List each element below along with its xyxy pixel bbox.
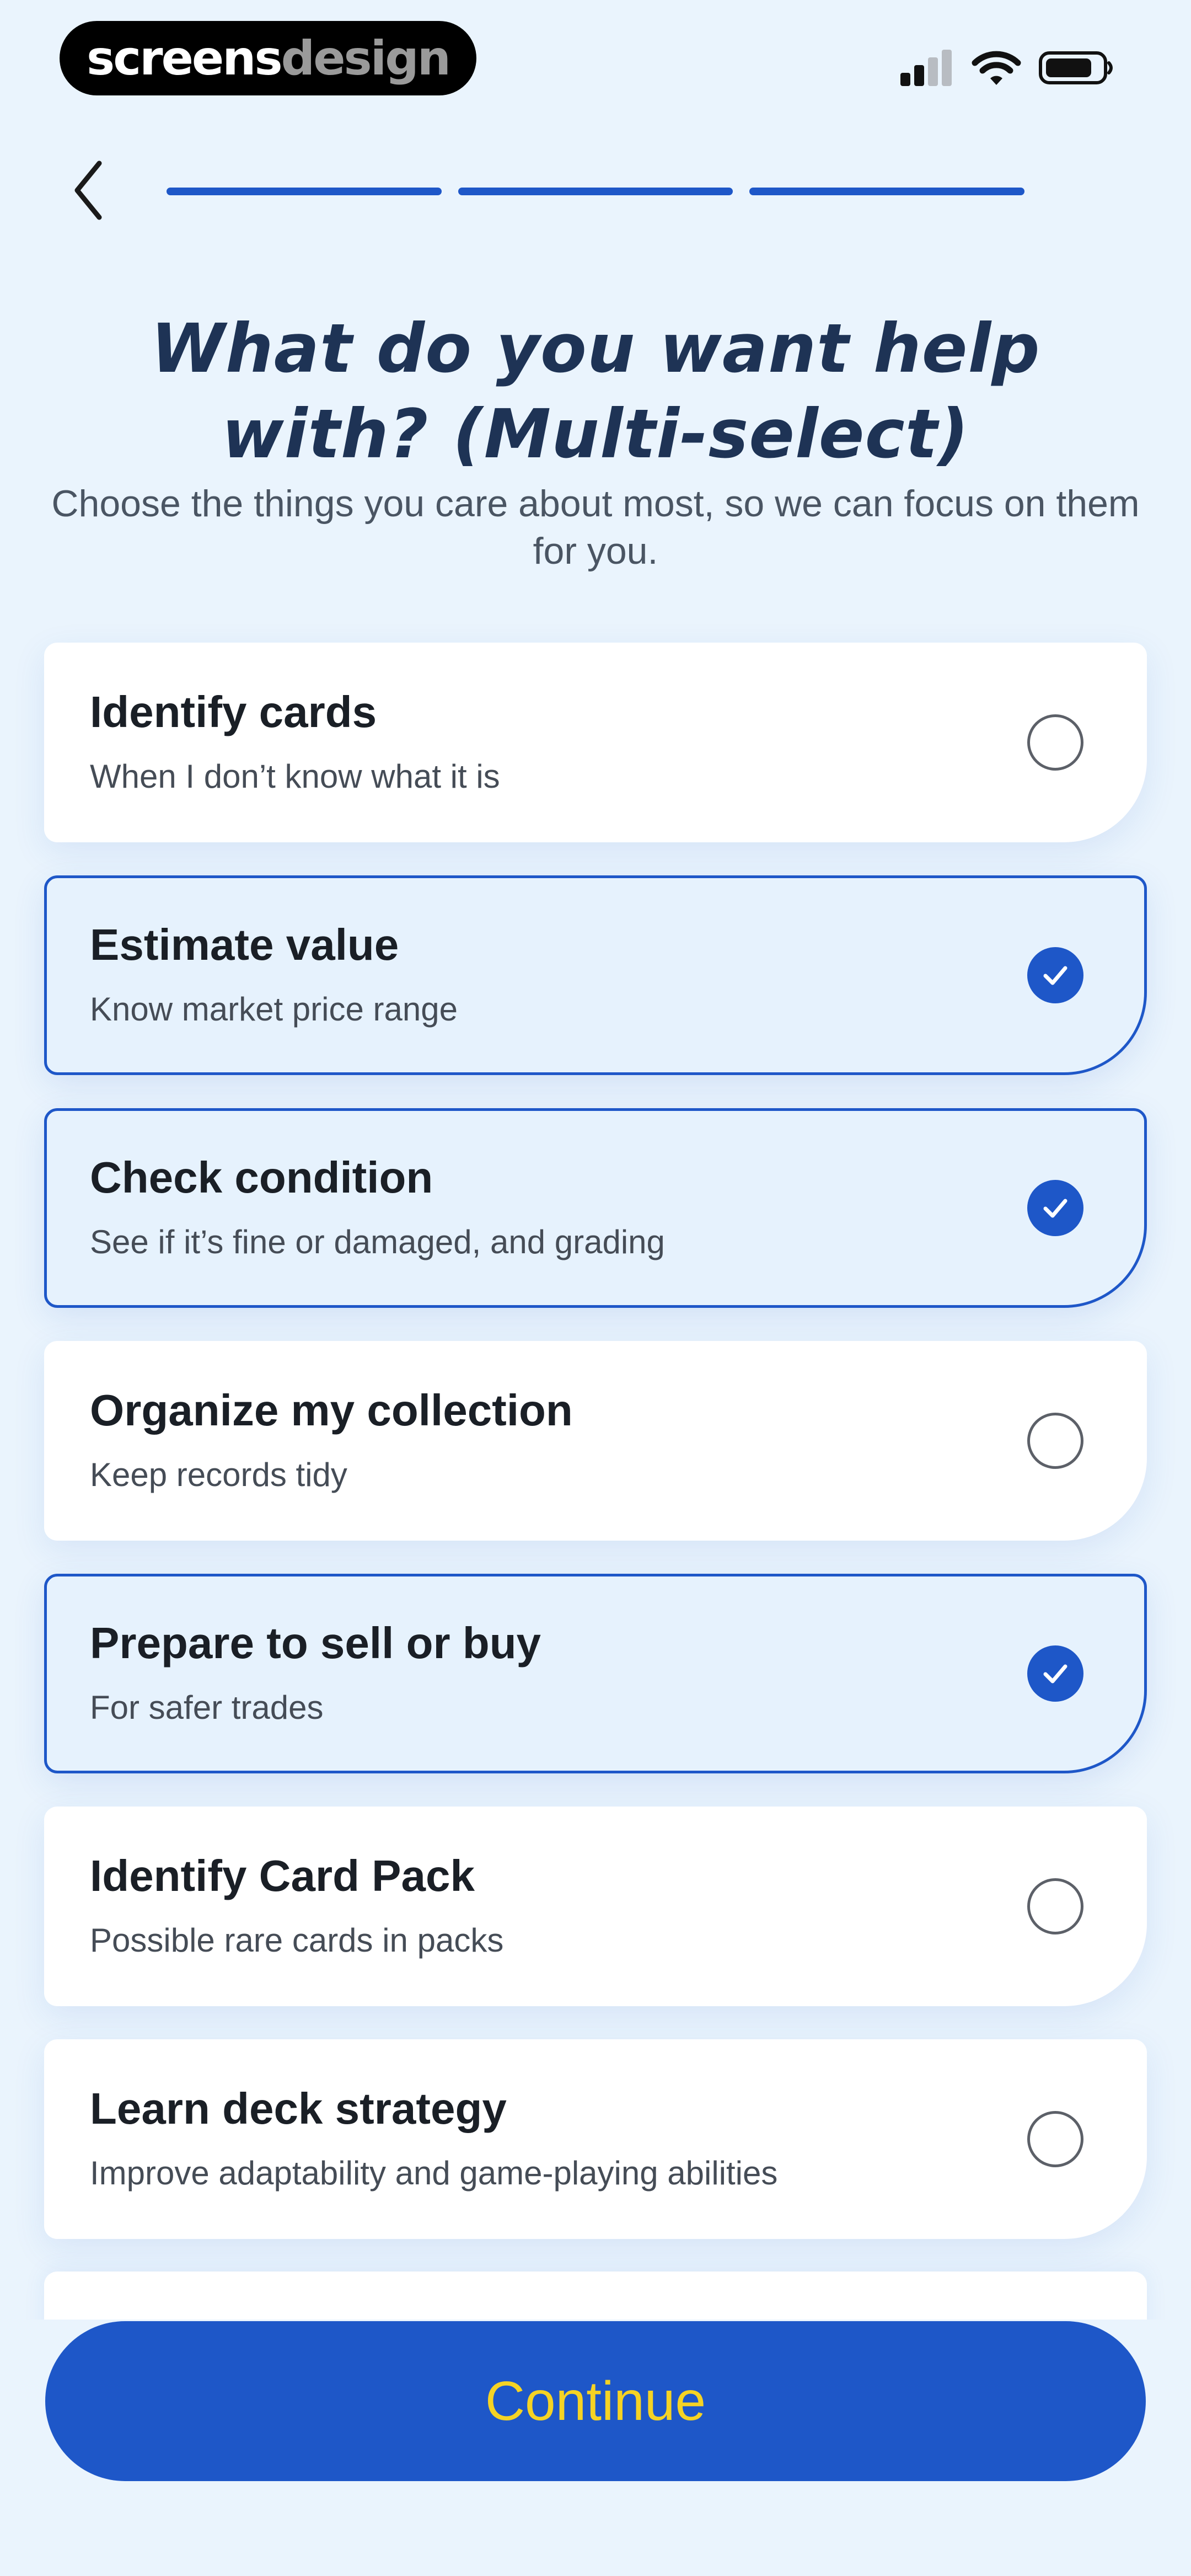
option-organize-collection[interactable]: Organize my collection Keep records tidy [44,1341,1147,1541]
option-description: When I don’t know what it is [90,758,500,795]
option-title: Identify cards [90,687,377,736]
option-description: See if it’s fine or damaged, and grading [90,1223,665,1260]
option-title: Prepare to sell or buy [90,1618,541,1668]
option-check-condition[interactable]: Check condition See if it’s fine or dama… [44,1108,1147,1308]
unchecked-circle-icon[interactable] [1027,2111,1083,2167]
cellular-signal-icon [900,50,953,86]
page-title: What do you want help with? (Multi-selec… [151,309,1040,473]
page-subtitle: Choose the things you care about most, s… [51,483,1140,572]
options-list: Identify cards When I don’t know what it… [44,643,1147,2272]
option-title: Learn deck strategy [90,2084,507,2133]
option-title: Estimate value [90,920,399,969]
back-button[interactable] [61,154,116,226]
progress-step [167,188,442,195]
option-title: Identify Card Pack [90,1851,475,1900]
option-description: Know market price range [90,991,458,1028]
option-description: Improve adaptability and game-playing ab… [90,2155,778,2192]
wifi-icon [972,49,1021,87]
option-prepare-sell-buy[interactable]: Prepare to sell or buy For safer trades [44,1574,1147,1773]
option-description: Keep records tidy [90,1456,347,1493]
option-identify-card-pack[interactable]: Identify Card Pack Possible rare cards i… [44,1807,1147,2006]
option-description: Possible rare cards in packs [90,1922,504,1959]
unchecked-circle-icon[interactable] [1027,714,1083,771]
continue-button[interactable]: Continue [45,2321,1146,2481]
checkmark-circle-icon[interactable] [1027,1180,1083,1236]
brand-logo-part1: screens [87,30,283,86]
progress-step [458,188,733,195]
option-title: Check condition [90,1153,433,1202]
option-title: Organize my collection [90,1386,573,1435]
chevron-left-icon [74,161,102,220]
unchecked-circle-icon[interactable] [1027,1413,1083,1469]
checkmark-circle-icon[interactable] [1027,947,1083,1003]
brand-logo: screens design [60,21,476,95]
battery-icon [1038,49,1115,87]
unchecked-circle-icon[interactable] [1027,1878,1083,1934]
progress-step [749,188,1025,195]
option-description: For safer trades [90,1689,324,1726]
option-identify-cards[interactable]: Identify cards When I don’t know what it… [44,643,1147,842]
brand-logo-part2: design [281,30,451,86]
progress-bar [167,188,1025,196]
checkmark-circle-icon[interactable] [1027,1645,1083,1702]
option-learn-deck-strategy[interactable]: Learn deck strategy Improve adaptability… [44,2039,1147,2239]
status-bar: screens design [0,0,1191,121]
option-estimate-value[interactable]: Estimate value Know market price range [44,875,1147,1075]
